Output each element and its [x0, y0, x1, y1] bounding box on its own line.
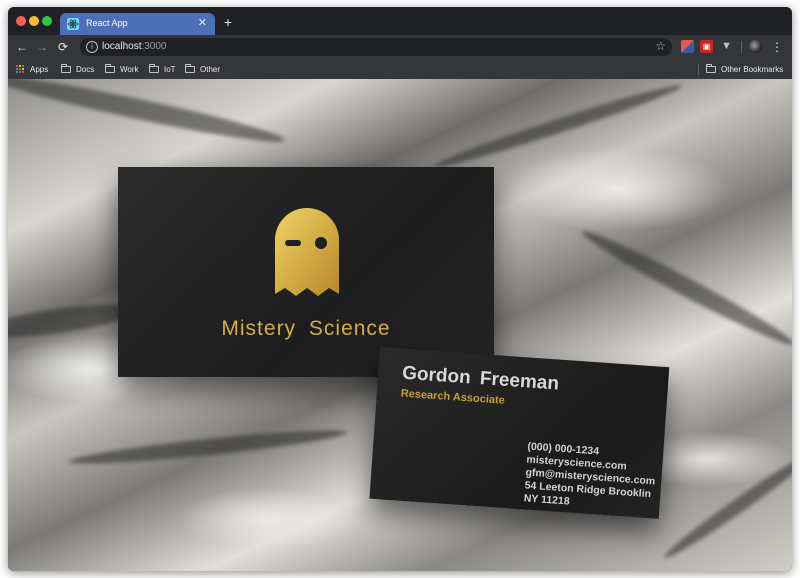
- bookmark-label: Other: [200, 64, 221, 74]
- bookmark-label: Work: [120, 64, 139, 74]
- marble-vein: [577, 223, 792, 353]
- marble-vein: [432, 79, 684, 173]
- profile-avatar[interactable]: [749, 40, 762, 53]
- new-tab-icon[interactable]: +: [221, 15, 235, 29]
- info-icon[interactable]: i: [86, 41, 98, 53]
- extension-v-icon[interactable]: ▼: [720, 40, 733, 53]
- address-bar[interactable]: i localhost:3000 ☆: [80, 38, 672, 56]
- folder-icon: [149, 63, 159, 73]
- bookmark-star-icon[interactable]: ☆: [655, 39, 666, 53]
- bookmark-label: Docs: [76, 64, 95, 74]
- close-tab-icon[interactable]: ✕: [198, 16, 207, 29]
- bookmark-work[interactable]: Work: [105, 62, 139, 76]
- page-content: Mistery Science Gordon Freeman Research …: [8, 79, 792, 571]
- url-port: :3000: [141, 41, 167, 52]
- bookmark-label: Apps: [30, 64, 49, 74]
- minimize-window-button[interactable]: [29, 16, 39, 26]
- contact-block: (000) 000-1234 misteryscience.com gfm@mi…: [523, 441, 657, 515]
- bookmark-other-bookmarks[interactable]: Other Bookmarks: [706, 62, 783, 76]
- bookmark-label: IoT: [164, 64, 176, 74]
- folder-icon: [105, 63, 115, 73]
- marble-vein: [67, 424, 349, 470]
- menu-kebab-icon[interactable]: ⋮: [769, 39, 785, 55]
- react-icon: [67, 18, 79, 30]
- business-card-front: Mistery Science: [118, 167, 494, 377]
- marble-vein: [660, 448, 792, 564]
- browser-window: React App ✕ + ← → ⟳ i localhost:3000 ☆ ▣…: [8, 7, 792, 571]
- bookmarks-bar: Apps Docs Work IoT Other Other Bookmarks: [8, 59, 792, 80]
- extension-red-badge-icon[interactable]: ▣: [700, 40, 713, 53]
- bookmark-iot[interactable]: IoT: [149, 62, 176, 76]
- back-arrow-icon[interactable]: ←: [14, 39, 30, 55]
- apps-grid-icon: [16, 64, 25, 74]
- ghost-logo-icon: [275, 208, 339, 296]
- extension-red-blue-icon[interactable]: [681, 40, 694, 53]
- marble-vein: [8, 79, 287, 150]
- url-host: localhost: [102, 41, 142, 52]
- bookmark-apps[interactable]: Apps: [16, 62, 48, 76]
- tab-react-app[interactable]: React App ✕: [60, 13, 215, 35]
- url-text: localhost:3000: [102, 41, 167, 52]
- brand-name: Mistery Science: [221, 317, 391, 340]
- bookmark-label: Other Bookmarks: [721, 64, 784, 74]
- maximize-window-button[interactable]: [42, 16, 52, 26]
- business-card-back: Gordon Freeman Research Associate (000) …: [369, 347, 670, 519]
- folder-icon: [706, 63, 716, 73]
- reload-icon[interactable]: ⟳: [55, 39, 71, 55]
- close-window-button[interactable]: [16, 16, 26, 26]
- folder-icon: [185, 63, 195, 73]
- bookmarks-divider: [698, 64, 699, 75]
- tab-strip: React App ✕ +: [8, 7, 792, 35]
- tab-title: React App: [86, 18, 128, 28]
- folder-icon: [61, 63, 71, 73]
- browser-toolbar: ← → ⟳ i localhost:3000 ☆ ▣ ▼ ⋮: [8, 35, 792, 59]
- bookmark-docs[interactable]: Docs: [61, 62, 94, 76]
- toolbar-divider: [741, 41, 742, 53]
- bookmark-other[interactable]: Other: [185, 62, 220, 76]
- forward-arrow-icon[interactable]: →: [34, 39, 50, 55]
